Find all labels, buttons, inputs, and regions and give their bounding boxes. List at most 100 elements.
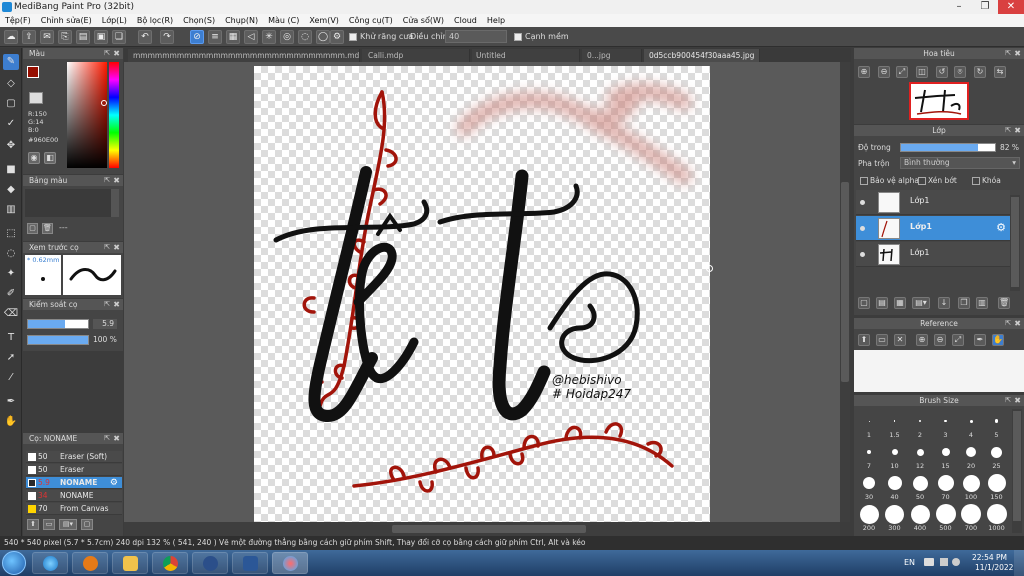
menu-select[interactable]: Chọn(S): [178, 14, 220, 27]
save-icon[interactable]: ▣: [94, 30, 108, 44]
color-set-icon[interactable]: ◧: [44, 152, 56, 164]
soft-edge-checkbox[interactable]: [514, 33, 522, 41]
brush-properties-icon[interactable]: ▢: [81, 519, 93, 530]
zoom-in-icon[interactable]: ⊕: [916, 334, 928, 346]
navigator-thumbnail[interactable]: [909, 82, 969, 120]
layer-settings-gear-icon[interactable]: ⚙: [996, 221, 1006, 234]
layer-opacity-slider[interactable]: [900, 143, 996, 152]
blend-mode-select[interactable]: Bình thường ▾: [900, 157, 1020, 169]
brush-size-option[interactable]: 2: [908, 411, 932, 439]
ellipse-snap-icon[interactable]: ◯: [316, 30, 330, 44]
brush-size-option[interactable]: 70: [934, 473, 958, 501]
new-halftone-layer-icon[interactable]: ▤: [876, 297, 888, 309]
pages-icon[interactable]: ❏: [112, 30, 126, 44]
lock-checkbox[interactable]: [972, 177, 980, 185]
visibility-dot-icon[interactable]: [860, 200, 865, 205]
close-panel-icon[interactable]: ✖: [1014, 395, 1021, 406]
menu-cloud[interactable]: Cloud: [449, 14, 482, 27]
hue-slider[interactable]: [109, 62, 119, 168]
comment-icon[interactable]: ✉: [40, 30, 54, 44]
share-icon[interactable]: ⎘: [58, 30, 72, 44]
brush-size-option[interactable]: 12: [908, 442, 932, 470]
brush-list-item[interactable]: 34 NONAME: [26, 490, 122, 502]
start-button[interactable]: [2, 551, 26, 575]
parallel-snap-icon[interactable]: ≡: [208, 30, 222, 44]
palette-scrollbar[interactable]: [111, 189, 119, 217]
layer-row[interactable]: Lớp1: [856, 242, 1010, 267]
brush-size-option[interactable]: 3: [934, 411, 958, 439]
rotate-reset-icon[interactable]: ⌾: [954, 66, 966, 78]
tab-document[interactable]: mmmmmmmmmmmmmmmmmmmmmmmmmmmmm.mdp: [128, 49, 360, 62]
move-down-icon[interactable]: ↓: [938, 297, 950, 309]
actual-size-icon[interactable]: ◫: [916, 66, 928, 78]
medibang-icon[interactable]: [272, 552, 308, 574]
brush-size-option[interactable]: 15: [934, 442, 958, 470]
brush-size-scrollbar[interactable]: [1012, 409, 1022, 533]
brush-list-item[interactable]: 70 From Canvas: [26, 503, 122, 515]
menu-snap[interactable]: Chụp(N): [220, 14, 263, 27]
close-panel-icon[interactable]: ✖: [113, 433, 120, 444]
horizontal-scrollbar[interactable]: [124, 522, 840, 536]
menu-window[interactable]: Cửa sổ(W): [398, 14, 449, 27]
operation-tool-icon[interactable]: ➚: [3, 350, 19, 366]
transparent-swatch[interactable]: [29, 92, 43, 104]
brush-list-item[interactable]: 50 Eraser (Soft): [26, 451, 122, 463]
brush-tool-icon[interactable]: ✎: [3, 54, 19, 70]
brush-size-option[interactable]: 1000: [985, 504, 1009, 532]
brush-size-option[interactable]: 150: [985, 473, 1009, 501]
flip-icon[interactable]: ⇆: [994, 66, 1006, 78]
primary-color-swatch[interactable]: [27, 66, 39, 78]
brush-size-option[interactable]: 200: [857, 504, 881, 532]
saturation-value-picker[interactable]: [67, 62, 107, 168]
protect-alpha-checkbox[interactable]: [860, 177, 868, 185]
gradient-tool-icon[interactable]: ▥: [3, 202, 19, 218]
menu-filter[interactable]: Bộ lọc(R): [132, 14, 178, 27]
settings-gear-icon[interactable]: ⚙: [330, 30, 344, 44]
antialias-checkbox[interactable]: [349, 33, 357, 41]
brush-size-option[interactable]: 300: [883, 504, 907, 532]
hand-tool-icon[interactable]: ✋: [3, 414, 19, 430]
expand-icon[interactable]: ⇱: [104, 175, 110, 186]
palette-swatch-area[interactable]: [25, 189, 111, 217]
layer-scroll-thumb[interactable]: [1011, 197, 1019, 287]
brush-size-scroll-thumb[interactable]: [1013, 411, 1021, 521]
text-tool-icon[interactable]: T: [3, 330, 19, 346]
new-palette-icon[interactable]: ▢: [27, 223, 38, 234]
brush-size-option[interactable]: 1.5: [883, 411, 907, 439]
expand-icon[interactable]: ⇱: [104, 48, 110, 59]
drawing-canvas[interactable]: @hebishivo # Hoidap247: [254, 66, 710, 522]
zoom-out-icon[interactable]: ⊖: [934, 334, 946, 346]
brush-size-option[interactable]: 700: [959, 504, 983, 532]
delete-layer-icon[interactable]: 🗑: [998, 297, 1010, 309]
undo-icon[interactable]: ↶: [138, 30, 152, 44]
close-reference-icon[interactable]: ✕: [894, 334, 906, 346]
close-button[interactable]: ✕: [998, 0, 1024, 14]
magic-wand-icon[interactable]: ✦: [3, 266, 19, 282]
tab-active-document[interactable]: 0d5ccb900454f30aaa45.jpg: [644, 49, 760, 62]
layer-menu-icon[interactable]: ▤▾: [912, 297, 930, 309]
color-picker-cursor[interactable]: [101, 100, 107, 106]
pen-tool-icon[interactable]: ✓: [3, 116, 19, 132]
brush-menu-icon[interactable]: ▤▾: [59, 519, 77, 530]
fit-icon[interactable]: ⤢: [952, 334, 964, 346]
vertical-scrollbar[interactable]: [840, 62, 850, 522]
lasso-tool-icon[interactable]: ◌: [3, 246, 19, 262]
select-eraser-icon[interactable]: ⌫: [3, 306, 19, 322]
close-panel-icon[interactable]: ✖: [1014, 318, 1021, 329]
layer-scrollbar[interactable]: [1010, 195, 1020, 291]
expand-icon[interactable]: ⇱: [1005, 125, 1011, 136]
brush-size-option[interactable]: 100: [959, 473, 983, 501]
close-panel-icon[interactable]: ✖: [113, 242, 120, 253]
dropper-tool-icon[interactable]: ⁄: [3, 370, 19, 386]
upload-icon[interactable]: ⬆: [858, 334, 870, 346]
clock-time[interactable]: 22:54 PM: [972, 553, 1007, 562]
grid-snap-icon[interactable]: ▦: [226, 30, 240, 44]
select-pen-icon[interactable]: ✐: [3, 286, 19, 302]
expand-icon[interactable]: ⇱: [1005, 48, 1011, 59]
brush-size-option[interactable]: 50: [908, 473, 932, 501]
tab-document[interactable]: 0...jpg: [582, 49, 642, 62]
layer-row-selected[interactable]: Lớp1 ⚙: [856, 216, 1010, 241]
menu-file[interactable]: Tệp(F): [0, 14, 36, 27]
rotate-left-icon[interactable]: ↺: [936, 66, 948, 78]
menu-tools[interactable]: Công cụ(T): [344, 14, 398, 27]
